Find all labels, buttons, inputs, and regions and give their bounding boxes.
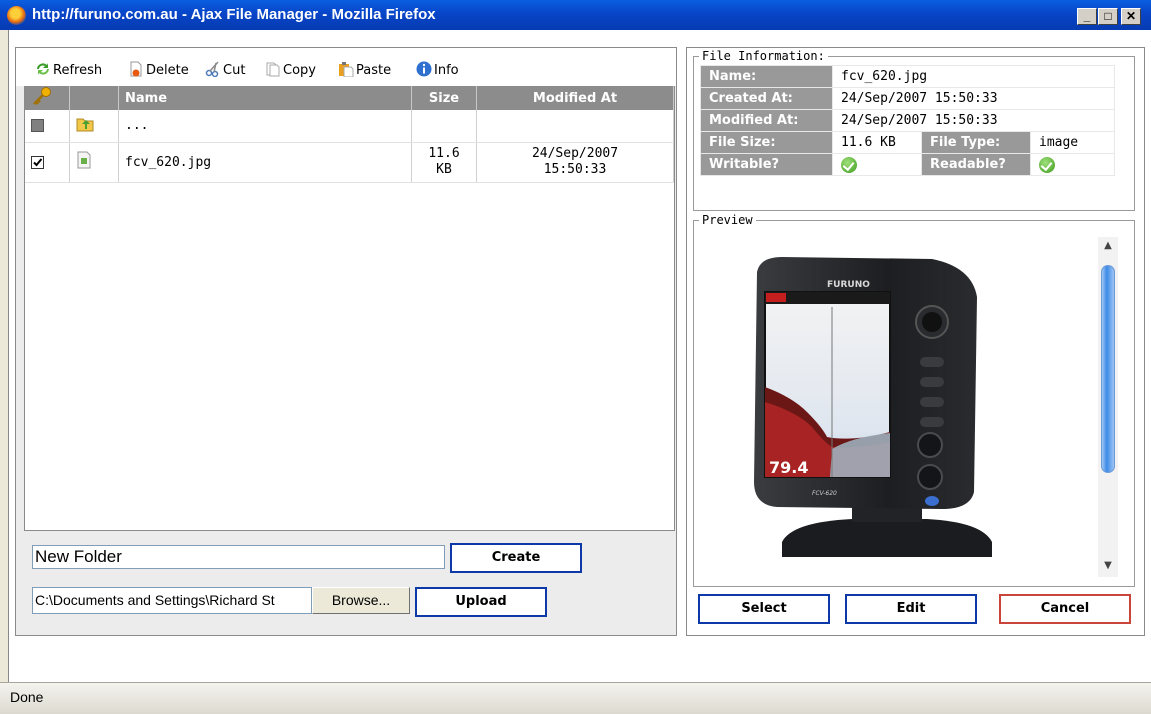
file-information-legend: File Information:	[699, 48, 828, 64]
row-checkbox-cell	[25, 110, 70, 143]
created-label: Created At:	[700, 87, 833, 110]
status-text: Done	[10, 689, 44, 705]
cancel-button[interactable]: Cancel	[999, 594, 1131, 624]
image-file-icon	[77, 151, 91, 169]
create-folder-button[interactable]: Create	[450, 543, 582, 573]
copy-icon	[266, 62, 280, 77]
file-size-unit: KB	[436, 162, 452, 177]
writable-label: Writable?	[700, 153, 833, 176]
copy-label: Copy	[283, 63, 316, 78]
file-modified-cell: 24/Sep/2007 15:50:33	[476, 142, 674, 183]
paste-button[interactable]: Paste	[338, 61, 391, 79]
refresh-button[interactable]: Refresh	[35, 61, 102, 79]
preview-scrollbar[interactable]: ▲ ▼	[1098, 237, 1118, 577]
file-name-cell[interactable]: ...	[118, 110, 412, 143]
firefox-icon	[7, 6, 26, 25]
file-name-cell[interactable]: fcv_620.jpg	[118, 142, 412, 183]
file-size-value: 11.6 KB	[832, 131, 922, 154]
delete-icon	[130, 61, 142, 77]
window-title: http://furuno.com.au - Ajax File Manager…	[32, 6, 436, 23]
preview-fieldset: Preview FURUNO 79.4 FCV-620 ▲ ▼	[693, 212, 1135, 587]
details-panel: File Information: Name: fcv_620.jpg Crea…	[686, 47, 1145, 636]
copy-button[interactable]: Copy	[265, 61, 316, 79]
checkmark-icon	[33, 157, 43, 166]
file-modified-cell	[476, 110, 674, 143]
paste-icon	[339, 62, 354, 77]
delete-label: Delete	[146, 63, 189, 78]
key-icon	[33, 87, 51, 105]
row-icon-cell	[69, 142, 119, 183]
scissors-icon	[205, 61, 219, 77]
info-icon	[416, 61, 432, 77]
file-modified-time: 15:50:33	[543, 162, 607, 177]
file-browser-panel: Refresh Delete Cut Copy Paste Info Name …	[15, 47, 677, 636]
check-circle-icon	[1039, 156, 1055, 173]
row-checkbox[interactable]	[31, 119, 44, 133]
table-header-row: Name Size Modified At	[25, 86, 674, 110]
screen-depth-reading: 79.4	[769, 458, 808, 477]
toolbar: Refresh Delete Cut Copy Paste Info	[16, 48, 676, 86]
select-button[interactable]: Select	[698, 594, 830, 624]
refresh-label: Refresh	[53, 63, 103, 78]
fish-finder-image: FURUNO 79.4 FCV-620	[754, 257, 992, 557]
upload-file-path-input[interactable]: C:\Documents and Settings\Richard St	[32, 587, 312, 614]
file-list: Name Size Modified At ... fcv_620.jpg 11…	[24, 86, 675, 531]
readable-value	[1030, 153, 1115, 176]
file-information-table: Name: fcv_620.jpg Created At: 24/Sep/200…	[700, 65, 1115, 176]
readable-label: Readable?	[921, 153, 1031, 176]
browse-button[interactable]: Browse...	[312, 587, 410, 614]
name-column-header[interactable]: Name	[118, 86, 412, 110]
table-row[interactable]: ...	[25, 110, 674, 143]
modified-label: Modified At:	[700, 109, 833, 132]
file-size-cell	[411, 110, 477, 143]
file-type-label: File Type:	[921, 131, 1031, 154]
scroll-up-arrow-icon[interactable]: ▲	[1098, 237, 1118, 255]
check-circle-icon	[841, 156, 857, 173]
window-title-bar: http://furuno.com.au - Ajax File Manager…	[0, 0, 1151, 30]
folder-up-icon	[76, 118, 94, 132]
device-brand: FURUNO	[827, 280, 870, 290]
scrollbar-thumb[interactable]	[1101, 265, 1115, 473]
table-row[interactable]: fcv_620.jpg 11.6 KB 24/Sep/2007 15:50:33	[25, 142, 674, 183]
file-table: Name Size Modified At ... fcv_620.jpg 11…	[25, 86, 674, 183]
select-all-header[interactable]	[25, 86, 70, 110]
status-bar: Done	[0, 682, 1151, 714]
edit-button[interactable]: Edit	[845, 594, 977, 624]
size-column-header[interactable]: Size	[411, 86, 477, 110]
delete-button[interactable]: Delete	[128, 61, 189, 79]
file-information-fieldset: File Information: Name: fcv_620.jpg Crea…	[693, 48, 1135, 211]
name-label: Name:	[700, 65, 833, 88]
writable-value	[832, 153, 922, 176]
maximize-button[interactable]: □	[1098, 8, 1118, 25]
minimize-button[interactable]: _	[1077, 8, 1097, 25]
info-button[interactable]: Info	[416, 61, 459, 79]
info-label: Info	[434, 63, 459, 78]
device-model-label: FCV-620	[812, 490, 837, 497]
modified-column-header[interactable]: Modified At	[476, 86, 674, 110]
row-checkbox-cell	[25, 142, 70, 183]
preview-image: FURUNO 79.4 FCV-620	[702, 237, 1092, 577]
folder-upload-area: Create C:\Documents and Settings\Richard…	[16, 531, 676, 635]
modified-value: 24/Sep/2007 15:50:33	[832, 109, 1115, 132]
refresh-icon	[37, 63, 49, 75]
created-value: 24/Sep/2007 15:50:33	[832, 87, 1115, 110]
preview-legend: Preview	[699, 212, 756, 228]
file-size-cell: 11.6 KB	[411, 142, 477, 183]
cut-button[interactable]: Cut	[205, 61, 245, 79]
icon-column-header	[69, 86, 119, 110]
cut-label: Cut	[223, 63, 246, 78]
file-size-value: 11.6	[428, 146, 460, 161]
file-size-label: File Size:	[700, 131, 833, 154]
row-checkbox[interactable]	[31, 155, 44, 169]
scroll-down-arrow-icon[interactable]: ▼	[1098, 557, 1118, 575]
upload-button[interactable]: Upload	[415, 587, 547, 617]
paste-label: Paste	[356, 63, 392, 78]
file-type-value: image	[1030, 131, 1115, 154]
close-button[interactable]: ✕	[1121, 8, 1141, 25]
row-icon-cell	[69, 110, 119, 143]
new-folder-input[interactable]	[32, 545, 445, 569]
name-value: fcv_620.jpg	[832, 65, 1115, 88]
file-modified-date: 24/Sep/2007	[531, 146, 619, 161]
